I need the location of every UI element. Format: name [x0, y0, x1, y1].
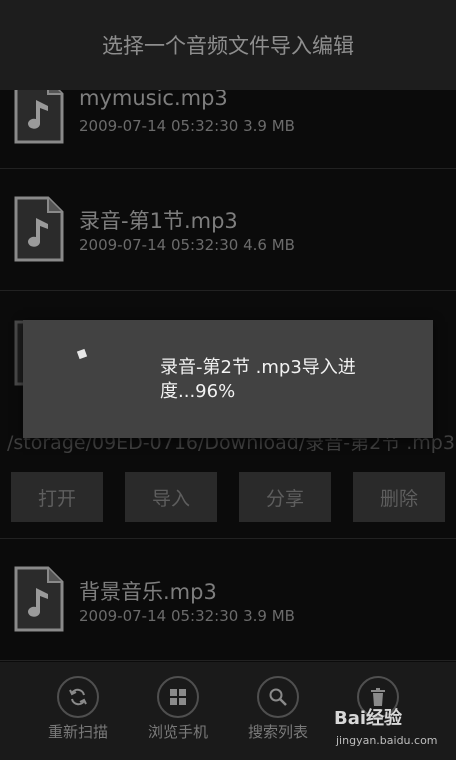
- watermark-logo: Bai经验: [334, 708, 403, 729]
- baidu-watermark: Bai经验 jingyan.baidu.com: [334, 704, 454, 756]
- file-row[interactable]: 背景音乐.mp3 2009-07-14 05:32:30 3.9 MB: [0, 538, 456, 661]
- audio-file-icon: [14, 196, 64, 262]
- file-row[interactable]: 录音-第1节.mp3 2009-07-14 05:32:30 4.6 MB: [0, 168, 456, 291]
- open-button[interactable]: 打开: [11, 472, 103, 522]
- audio-file-icon: [14, 566, 64, 632]
- nav-label: 搜索列表: [247, 723, 308, 741]
- page-title: 选择一个音频文件导入编辑: [102, 34, 354, 58]
- nav-label: 浏览手机: [147, 723, 208, 741]
- delete-button[interactable]: 删除: [353, 472, 445, 522]
- audio-file-icon: [14, 90, 64, 144]
- file-name: mymusic.mp3: [79, 90, 228, 110]
- grid-icon: [157, 676, 199, 718]
- loading-spinner-icon: [76, 348, 88, 360]
- watermark-url: jingyan.baidu.com: [336, 734, 438, 747]
- file-name: 背景音乐.mp3: [79, 580, 217, 604]
- search-icon: [257, 676, 299, 718]
- file-meta: 2009-07-14 05:32:30 4.6 MB: [79, 236, 295, 254]
- browse-phone-button[interactable]: 浏览手机: [133, 676, 223, 756]
- file-meta: 2009-07-14 05:32:30 3.9 MB: [79, 607, 295, 625]
- rescan-button[interactable]: 重新扫描: [33, 676, 123, 756]
- share-button[interactable]: 分享: [239, 472, 331, 522]
- refresh-icon: [57, 676, 99, 718]
- file-meta: 2009-07-14 05:32:30 3.9 MB: [79, 117, 295, 135]
- header-bar: 选择一个音频文件导入编辑: [0, 0, 456, 90]
- progress-message: 录音-第2节 .mp3导入进度...96%: [160, 357, 356, 402]
- import-button[interactable]: 导入: [125, 472, 217, 522]
- file-name: 录音-第1节.mp3: [79, 209, 238, 233]
- search-list-button[interactable]: 搜索列表: [233, 676, 323, 756]
- nav-label: 重新扫描: [47, 723, 108, 741]
- file-row[interactable]: mymusic.mp3 2009-07-14 05:32:30 3.9 MB: [0, 90, 456, 169]
- import-progress-dialog: 录音-第2节 .mp3导入进度...96%: [23, 320, 433, 438]
